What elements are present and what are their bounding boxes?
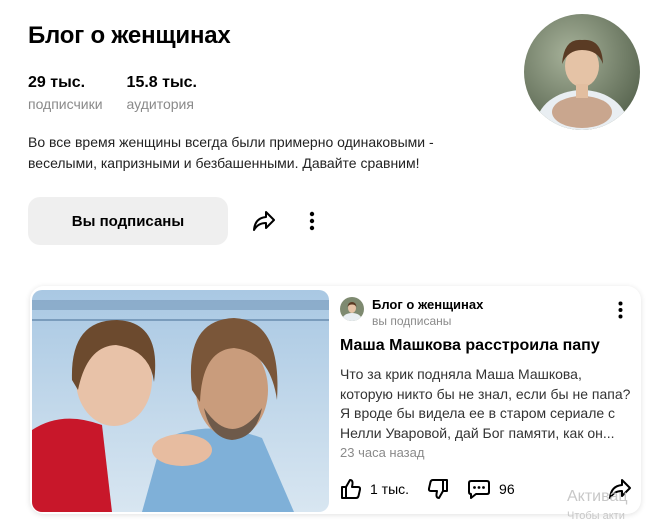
subscribe-button[interactable]: Вы подписаны bbox=[28, 197, 228, 245]
thumbs-up-icon bbox=[341, 479, 362, 499]
post-card[interactable]: Блог о женщинах вы подписаны Маша Машков… bbox=[30, 286, 641, 514]
post-title[interactable]: Маша Машкова расстроила папу bbox=[340, 337, 600, 355]
stat-value: 15.8 тыс. bbox=[126, 74, 197, 91]
channel-description: Во все время женщины всегда были примерн… bbox=[28, 134, 434, 171]
stat-subscribers: 29 тыс. подписчики bbox=[28, 74, 103, 112]
channel-stats: 29 тыс. подписчики 15.8 тыс. аудитория bbox=[28, 74, 197, 112]
more-vertical-icon[interactable] bbox=[302, 207, 322, 235]
post-channel-status: вы подписаны bbox=[372, 314, 452, 328]
post-body: Блог о женщинах вы подписаны Маша Машков… bbox=[340, 286, 641, 514]
like-count: 1 тыс. bbox=[370, 481, 410, 497]
comment-button[interactable]: 96 bbox=[467, 478, 515, 500]
share-icon[interactable] bbox=[250, 207, 278, 235]
post-channel-name[interactable]: Блог о женщинах bbox=[372, 297, 483, 312]
post-actions: 1 тыс. 96 bbox=[340, 478, 515, 500]
comment-icon bbox=[468, 480, 491, 499]
more-vertical-icon[interactable] bbox=[614, 298, 626, 322]
like-button[interactable]: 1 тыс. bbox=[340, 478, 409, 500]
stat-label: аудитория bbox=[126, 96, 194, 112]
post-image[interactable] bbox=[32, 290, 329, 512]
activation-watermark: Активац bbox=[567, 488, 628, 505]
stat-label: подписчики bbox=[28, 96, 103, 112]
post-time: 23 часа назад bbox=[340, 445, 425, 460]
post-excerpt[interactable]: Что за крик подняла Маша Машкова, котору… bbox=[340, 365, 632, 443]
dislike-button[interactable] bbox=[427, 478, 449, 500]
comment-count: 96 bbox=[499, 481, 515, 497]
thumbs-down-icon bbox=[427, 479, 449, 499]
stat-audience: 15.8 тыс. аудитория bbox=[127, 74, 197, 112]
channel-avatar[interactable] bbox=[524, 14, 640, 130]
post-channel-avatar[interactable] bbox=[340, 297, 364, 321]
stat-value: 29 тыс. bbox=[28, 74, 86, 91]
activation-watermark-subtitle: Чтобы акти bbox=[567, 510, 625, 521]
channel-title: Блог о женщинах bbox=[28, 22, 231, 49]
